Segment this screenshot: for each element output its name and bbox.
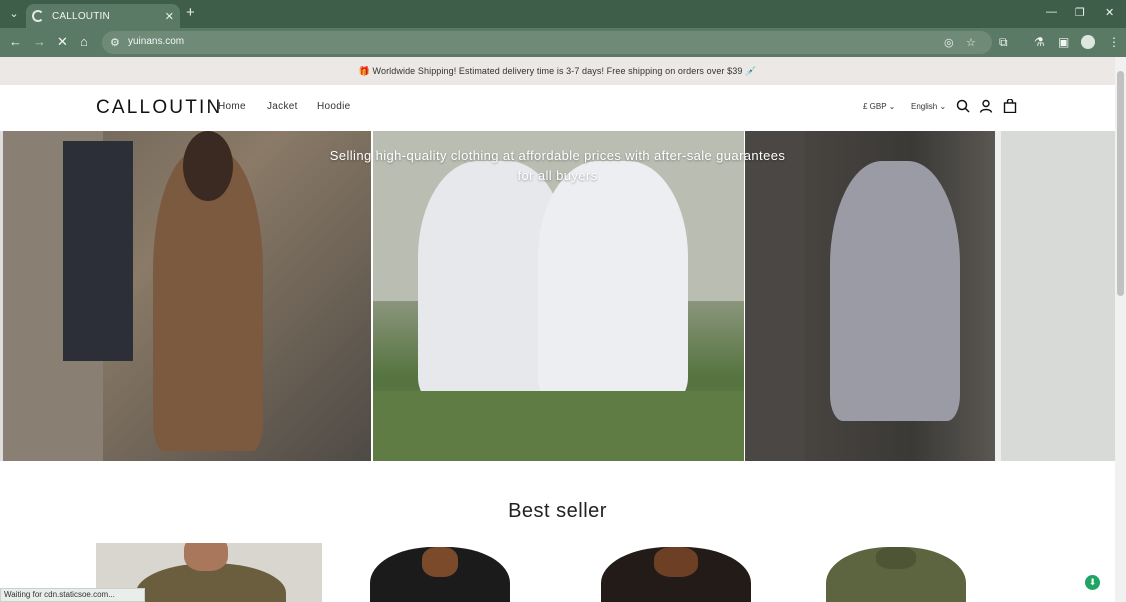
chevron-down-icon: ⌄ [939, 102, 947, 111]
account-user-icon[interactable] [979, 99, 993, 116]
nav-jacket[interactable]: Jacket [267, 101, 298, 112]
announcement-bar: 🎁 Worldwide Shipping! Estimated delivery… [0, 57, 1115, 85]
tab-search-chevron-icon[interactable]: ⌄ [5, 6, 23, 22]
page-scrollbar[interactable] [1115, 57, 1126, 602]
bookmark-star-icon[interactable]: ☆ [966, 36, 976, 49]
cart-bag-icon[interactable] [1003, 98, 1017, 116]
product-card-3[interactable] [596, 543, 822, 602]
site-logo[interactable]: CALLOUTIN [96, 97, 222, 119]
back-arrow-icon[interactable]: ← [9, 35, 22, 49]
language-selector[interactable]: English ⌄ [911, 102, 946, 111]
profile-avatar-icon[interactable] [1081, 35, 1095, 49]
currency-selector[interactable]: £ GBP ⌄ [863, 102, 895, 111]
browser-tab-bar: ⌄ CALLOUTIN ✕ + — ❐ ✕ [0, 0, 1126, 28]
new-tab-plus-icon[interactable]: + [186, 5, 195, 21]
search-icon[interactable] [956, 99, 970, 116]
url-text: yuinans.com [128, 36, 185, 47]
browser-toolbar: ← → ✕ ⌂ ⚙ yuinans.com ◎ ☆ ⧉ ⚗ ▣ ⋮ [0, 28, 1126, 57]
extensions-puzzle-icon[interactable]: ⧉ [999, 35, 1008, 50]
hero-tagline: Selling high-quality clothing at afforda… [329, 148, 786, 183]
loading-spinner-icon [32, 10, 44, 22]
site-header: CALLOUTIN Home Jacket Hoodie £ GBP ⌄ Eng… [0, 85, 1115, 131]
scrollbar-thumb[interactable] [1117, 71, 1124, 296]
currency-label: £ GBP [863, 102, 887, 111]
nav-home[interactable]: Home [218, 101, 246, 112]
browser-status-bar: Waiting for cdn.staticsoe.com... [0, 588, 145, 602]
forward-arrow-icon[interactable]: → [33, 35, 46, 49]
product-card-2[interactable] [350, 543, 576, 602]
chevron-down-icon: ⌄ [888, 102, 896, 111]
best-seller-heading: Best seller [508, 500, 607, 522]
site-info-icon[interactable]: ⚙ [110, 36, 120, 49]
hero-image-right [745, 131, 1116, 461]
kebab-menu-icon[interactable]: ⋮ [1108, 35, 1120, 49]
address-bar[interactable]: ⚙ yuinans.com ◎ ☆ [102, 31, 992, 54]
side-panel-icon[interactable]: ▣ [1058, 35, 1069, 49]
window-close-icon[interactable]: ✕ [1105, 6, 1114, 19]
minimize-icon[interactable]: — [1046, 6, 1057, 18]
restore-icon[interactable]: ❐ [1075, 6, 1085, 19]
eye-off-icon[interactable]: ◎ [944, 36, 954, 49]
nav-hoodie[interactable]: Hoodie [317, 101, 351, 112]
labs-flask-icon[interactable]: ⚗ [1034, 35, 1045, 49]
language-label: English [911, 102, 938, 111]
hero-image-left [0, 131, 371, 461]
floating-download-icon[interactable]: ⬇ [1085, 575, 1100, 590]
browser-tab[interactable]: CALLOUTIN ✕ [26, 4, 180, 28]
home-icon[interactable]: ⌂ [80, 35, 88, 49]
tab-title: CALLOUTIN [52, 10, 110, 22]
product-grid [96, 543, 1034, 602]
product-card-4[interactable] [808, 543, 1034, 602]
stop-loading-icon[interactable]: ✕ [57, 35, 68, 49]
tab-close-icon[interactable]: ✕ [165, 10, 174, 23]
